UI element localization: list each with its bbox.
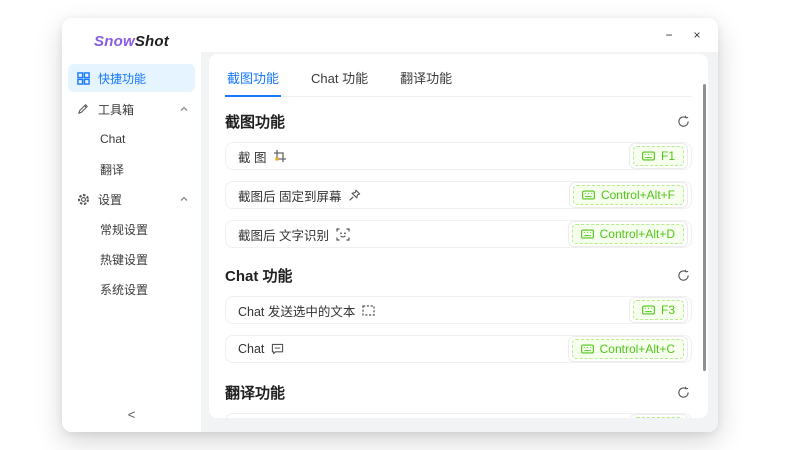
section-header-translate: 翻译功能 <box>225 382 692 402</box>
hotkey-row-label: 截 图 <box>238 147 287 166</box>
hotkey-text: F3 <box>661 302 675 318</box>
row-text: 截图后 固定到屏幕 <box>238 186 341 205</box>
section-header-chat: Chat 功能 <box>225 265 692 285</box>
hotkey-tag: F4 <box>633 417 684 418</box>
hotkey-row-label: Chat 发送选中的文本 <box>238 301 375 320</box>
row-text: 截 图 <box>238 147 266 166</box>
section-sync-button[interactable] <box>675 384 692 401</box>
hotkey-button[interactable]: F1 <box>629 143 688 169</box>
section-title: Chat 功能 <box>225 265 293 286</box>
sidebar-item-translate[interactable]: 翻译 <box>62 154 201 184</box>
hotkey-row: 截 图 F1 <box>225 142 692 170</box>
sidebar-item-system-settings[interactable]: 系统设置 <box>62 274 201 304</box>
row-text: Chat <box>238 342 264 356</box>
section-header-screenshot: 截图功能 <box>225 111 692 131</box>
screenshot-icon <box>273 149 287 163</box>
row-text: 翻译选中的文本 <box>238 418 326 419</box>
hotkey-row-label: 截图后 文字识别 <box>238 225 350 244</box>
sidebar-item-label: 系统设置 <box>100 281 148 298</box>
row-text: 截图后 文字识别 <box>238 225 329 244</box>
hotkey-tag: F1 <box>633 146 684 166</box>
content-area: 截图功能 Chat 功能 翻译功能 截图功能 截 图 <box>201 52 718 432</box>
hotkey-row: 截图后 文字识别 Control+Alt+D <box>225 220 692 248</box>
sync-icon <box>677 386 690 399</box>
hotkey-button[interactable]: F3 <box>629 297 688 323</box>
message-icon <box>271 343 284 355</box>
keyboard-icon <box>582 190 595 200</box>
sidebar-item-quick-functions[interactable]: 快捷功能 <box>68 64 195 92</box>
hotkey-text: Control+Alt+F <box>601 187 675 203</box>
text-selection-icon <box>362 305 375 316</box>
hotkey-tag: Control+Alt+C <box>572 339 684 359</box>
section-title: 截图功能 <box>225 111 285 132</box>
hotkey-tag: F3 <box>633 300 684 320</box>
sidebar-item-hotkey-settings[interactable]: 热键设置 <box>62 244 201 274</box>
sidebar-collapse-button[interactable]: < <box>62 396 201 432</box>
pin-icon <box>348 189 361 202</box>
hotkey-tag: Control+Alt+F <box>573 185 684 205</box>
hotkey-row-label: 翻译选中的文本 <box>238 418 346 419</box>
logo-part-snow: Snow <box>94 33 135 50</box>
sidebar-item-label: 常规设置 <box>100 221 148 238</box>
hotkey-button[interactable]: F4 <box>629 414 688 418</box>
tab-chat-functions[interactable]: Chat 功能 <box>309 62 370 97</box>
hotkey-row: Chat Control+Alt+C <box>225 335 692 363</box>
sidebar-item-toolbox[interactable]: 工具箱 <box>62 94 201 124</box>
minimize-button[interactable]: − <box>656 24 682 46</box>
sidebar-item-label: 快捷功能 <box>98 70 146 87</box>
ocr-icon <box>336 228 350 241</box>
tab-bar: 截图功能 Chat 功能 翻译功能 <box>225 58 692 97</box>
hotkey-settings-card: 截图功能 Chat 功能 翻译功能 截图功能 截 图 <box>209 54 708 418</box>
sidebar-item-label: 工具箱 <box>98 101 134 118</box>
row-text: Chat 发送选中的文本 <box>238 301 355 320</box>
section-sync-button[interactable] <box>675 267 692 284</box>
sidebar-menu: 快捷功能 工具箱 Chat 翻译 设置 <box>62 64 201 304</box>
hotkey-row: 截图后 固定到屏幕 Control+Alt+F <box>225 181 692 209</box>
section-title: 翻译功能 <box>225 382 285 403</box>
chevron-up-icon <box>179 194 189 204</box>
sidebar-item-label: 翻译 <box>100 161 124 178</box>
tab-translate-functions[interactable]: 翻译功能 <box>398 62 454 97</box>
scrollbar-thumb[interactable] <box>703 84 706 371</box>
keyboard-icon <box>581 344 594 354</box>
titlebar: − × <box>201 18 718 52</box>
gear-icon <box>76 193 90 206</box>
tab-screenshot-functions[interactable]: 截图功能 <box>225 62 281 97</box>
hotkey-text: F1 <box>661 148 675 164</box>
keyboard-icon <box>642 305 655 315</box>
logo-part-shot: Shot <box>135 33 169 50</box>
hotkey-row: Chat 发送选中的文本 F3 <box>225 296 692 324</box>
sidebar-item-label: 设置 <box>98 191 122 208</box>
section-sync-button[interactable] <box>675 113 692 130</box>
sidebar-item-chat[interactable]: Chat <box>62 124 201 154</box>
sidebar: SnowShot 快捷功能 工具箱 Chat <box>62 18 201 432</box>
hotkey-text: Control+Alt+D <box>600 226 675 242</box>
chevron-up-icon <box>179 104 189 114</box>
main-pane: − × 截图功能 Chat 功能 翻译功能 截图功能 <box>201 18 718 432</box>
sync-icon <box>677 269 690 282</box>
hotkey-text: Control+Alt+C <box>600 341 675 357</box>
sidebar-item-general-settings[interactable]: 常规设置 <box>62 214 201 244</box>
hotkey-button[interactable]: Control+Alt+C <box>568 336 688 362</box>
hotkey-row-label: 截图后 固定到屏幕 <box>238 186 361 205</box>
sidebar-item-label: 热键设置 <box>100 251 148 268</box>
sync-icon <box>677 115 690 128</box>
hotkey-tag: Control+Alt+D <box>572 224 684 244</box>
close-button[interactable]: × <box>684 24 710 46</box>
app-logo: SnowShot <box>62 18 201 56</box>
keyboard-icon <box>581 229 594 239</box>
keyboard-icon <box>642 151 655 161</box>
app-window: SnowShot 快捷功能 工具箱 Chat <box>62 18 718 432</box>
sidebar-item-label: Chat <box>100 132 125 146</box>
pen-icon <box>76 103 90 115</box>
hotkey-button[interactable]: Control+Alt+F <box>569 182 688 208</box>
appstore-grid-icon <box>76 72 90 85</box>
hotkey-button[interactable]: Control+Alt+D <box>568 221 688 247</box>
hotkey-row-label: Chat <box>238 342 284 356</box>
hotkey-row: 翻译选中的文本 F4 <box>225 413 692 418</box>
sidebar-item-settings[interactable]: 设置 <box>62 184 201 214</box>
